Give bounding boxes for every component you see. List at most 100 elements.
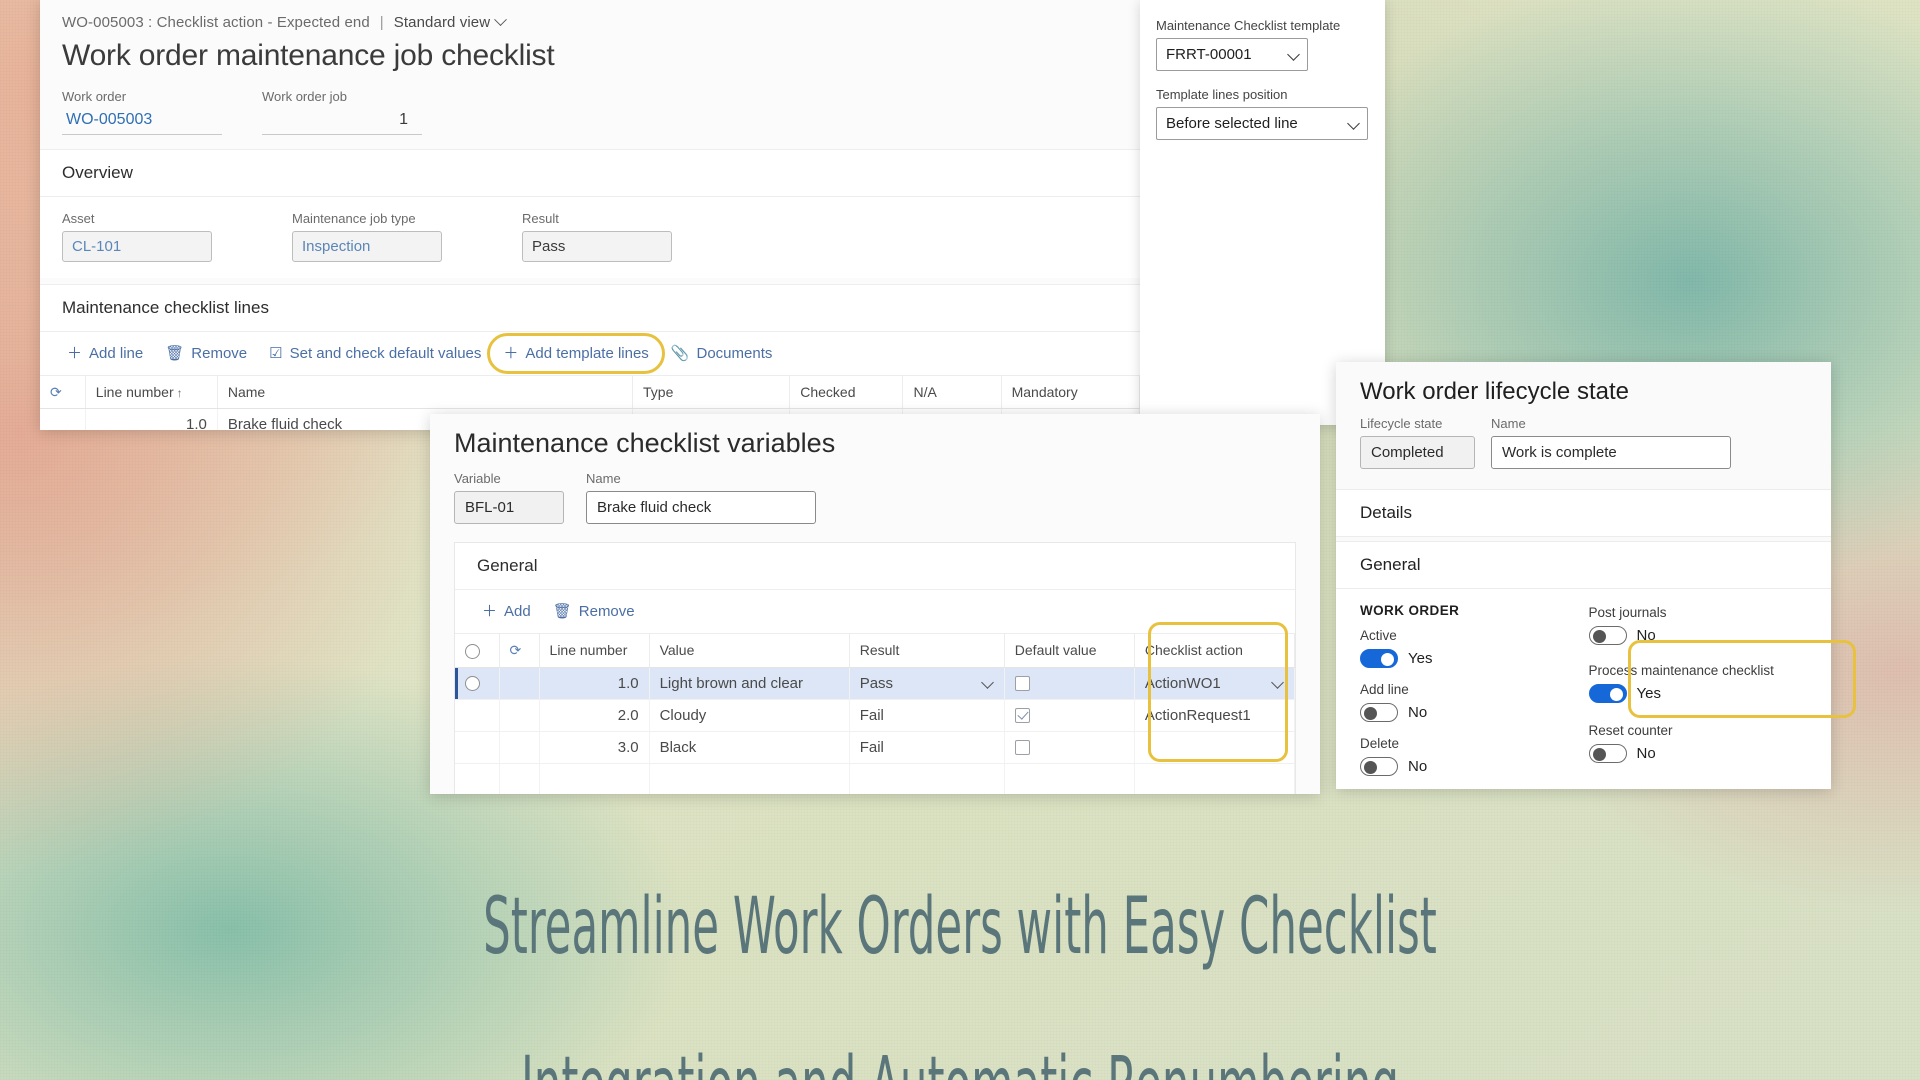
variable-input[interactable]: [454, 491, 564, 524]
grid-refresh-header[interactable]: ⟳: [499, 634, 540, 668]
empty-cell: [455, 763, 500, 794]
attachment-icon: 📎: [670, 345, 690, 362]
variables-remove-label: Remove: [578, 603, 635, 620]
add-template-lines-label: Add template lines: [525, 345, 649, 362]
breadcrumb-separator: |: [379, 14, 384, 31]
default-value-checkbox[interactable]: [1014, 740, 1030, 756]
cell-value[interactable]: Light brown and clear: [649, 667, 850, 700]
row-marker: [499, 699, 540, 732]
position-select-value: Before selected line: [1166, 115, 1298, 132]
overview-section-header[interactable]: Overview: [40, 149, 1140, 197]
col-checklist-action[interactable]: Checklist action: [1134, 634, 1296, 668]
empty-cell: [849, 763, 1005, 794]
col-mandatory[interactable]: Mandatory: [1001, 376, 1140, 409]
cell-result[interactable]: Fail: [849, 699, 1005, 732]
toggle-process-maintenance-checklist-switch[interactable]: [1588, 684, 1627, 703]
job-type-field-group: Maintenance job type: [292, 211, 442, 262]
details-section-header[interactable]: Details: [1336, 489, 1831, 537]
default-value-checkbox[interactable]: [1014, 676, 1030, 692]
work-order-lifecycle-state-dialog: Work order lifecycle state Lifecycle sta…: [1336, 362, 1831, 789]
cell-result[interactable]: Fail: [849, 731, 1005, 764]
col-line-number-label: Line number: [95, 384, 174, 400]
plus-icon: ＋: [482, 603, 498, 620]
table-row[interactable]: 3.0 Black Fail: [455, 731, 1296, 764]
cell-default-value[interactable]: [1004, 699, 1135, 732]
select-all-radio-icon[interactable]: [465, 643, 480, 659]
add-line-button[interactable]: ＋ Add line: [58, 340, 152, 367]
checklist-lines-section-header[interactable]: Maintenance checklist lines: [40, 284, 1140, 332]
cell-checklist-action[interactable]: [1134, 731, 1296, 764]
toggle-reset-counter: Reset counter No: [1588, 723, 1808, 763]
col-default-value[interactable]: Default value: [1004, 634, 1135, 668]
col-result[interactable]: Result: [849, 634, 1005, 668]
chevron-down-icon[interactable]: [1347, 117, 1360, 130]
lifecycle-state-input[interactable]: [1360, 436, 1475, 469]
asset-input[interactable]: [62, 231, 212, 262]
variables-field-row: Variable Name: [430, 471, 1320, 542]
breadcrumb-view-selector[interactable]: Standard view: [394, 14, 490, 31]
row-marker: [499, 667, 540, 700]
cell-default-value[interactable]: [1004, 731, 1135, 764]
col-name[interactable]: Name: [217, 376, 634, 409]
cell-checklist-action[interactable]: ActionWO1: [1134, 667, 1296, 700]
variables-remove-button[interactable]: 🗑 Remove: [544, 598, 644, 625]
cell-checklist-action[interactable]: ActionRequest1: [1134, 699, 1296, 732]
position-select[interactable]: Before selected line: [1156, 107, 1368, 140]
refresh-icon[interactable]: ⟳: [510, 643, 524, 657]
asset-field-group: Asset: [62, 211, 212, 262]
toggle-add-line-switch[interactable]: [1360, 703, 1398, 722]
row-select-radio-cell[interactable]: [455, 667, 500, 700]
col-checked[interactable]: Checked: [789, 376, 904, 409]
variables-add-button[interactable]: ＋ Add: [473, 598, 540, 625]
template-select[interactable]: FRRT-00001: [1156, 38, 1308, 71]
variables-general-header[interactable]: General: [455, 543, 1295, 590]
toggle-column-left: WORK ORDER Active Yes Add line No Delete: [1360, 603, 1579, 789]
documents-button[interactable]: 📎 Documents: [662, 340, 782, 367]
cell-line-number[interactable]: 1.0: [85, 408, 218, 430]
col-na[interactable]: N/A: [902, 376, 1002, 409]
row-select-radio-cell[interactable]: [455, 731, 500, 764]
cell-line-number[interactable]: 1.0: [539, 667, 650, 700]
table-row[interactable]: 1.0 Light brown and clear Pass ActionWO1: [455, 667, 1296, 700]
toggle-active-switch[interactable]: [1360, 649, 1398, 668]
remove-button[interactable]: 🗑 Remove: [156, 340, 256, 367]
cell-line-number[interactable]: 3.0: [539, 731, 650, 764]
general-section-header[interactable]: General: [1336, 541, 1831, 589]
work-order-job-input[interactable]: [262, 109, 422, 135]
toggle-active-state: Yes: [1408, 650, 1433, 667]
toggle-delete-switch[interactable]: [1360, 757, 1398, 776]
result-input[interactable]: [522, 231, 672, 262]
row-select-radio-cell[interactable]: [455, 699, 500, 732]
toggle-post-journals-switch[interactable]: [1588, 626, 1627, 645]
grid-select-all-header[interactable]: [455, 634, 500, 668]
cell-line-number[interactable]: 2.0: [539, 699, 650, 732]
toggle-process-maintenance-checklist-state: Yes: [1636, 685, 1661, 702]
add-template-lines-button[interactable]: ＋ Add template lines: [487, 333, 665, 374]
chevron-down-icon[interactable]: [1287, 48, 1300, 61]
cell-value[interactable]: Cloudy: [649, 699, 850, 732]
chevron-down-icon[interactable]: [980, 675, 994, 689]
row-select-radio-icon[interactable]: [465, 676, 480, 692]
job-type-input[interactable]: [292, 231, 442, 262]
toggle-reset-counter-switch[interactable]: [1588, 744, 1627, 763]
col-value[interactable]: Value: [649, 634, 850, 668]
chevron-down-icon[interactable]: [1271, 675, 1284, 689]
cell-value[interactable]: Black: [649, 731, 850, 764]
lifecycle-name-input[interactable]: [1491, 436, 1731, 469]
grid-refresh-header[interactable]: ⟳: [40, 376, 86, 409]
refresh-icon[interactable]: ⟳: [50, 385, 64, 399]
col-type[interactable]: Type: [632, 376, 791, 409]
cell-result[interactable]: Pass: [849, 667, 1005, 700]
col-line-number[interactable]: Line number ↑: [85, 376, 218, 409]
cell-default-value[interactable]: [1004, 667, 1135, 700]
table-row[interactable]: 2.0 Cloudy Fail ActionRequest1: [455, 699, 1296, 732]
chevron-down-icon[interactable]: [494, 13, 508, 27]
variables-add-label: Add: [504, 603, 531, 620]
variable-name-input[interactable]: [586, 491, 816, 524]
default-value-checkbox[interactable]: [1014, 708, 1030, 724]
variables-dialog-title: Maintenance checklist variables: [454, 428, 836, 458]
work-order-input[interactable]: [62, 109, 222, 135]
trash-icon: 🗑: [165, 345, 185, 362]
col-line-number[interactable]: Line number: [539, 634, 650, 668]
set-check-defaults-button[interactable]: ☑ Set and check default values: [260, 340, 490, 367]
